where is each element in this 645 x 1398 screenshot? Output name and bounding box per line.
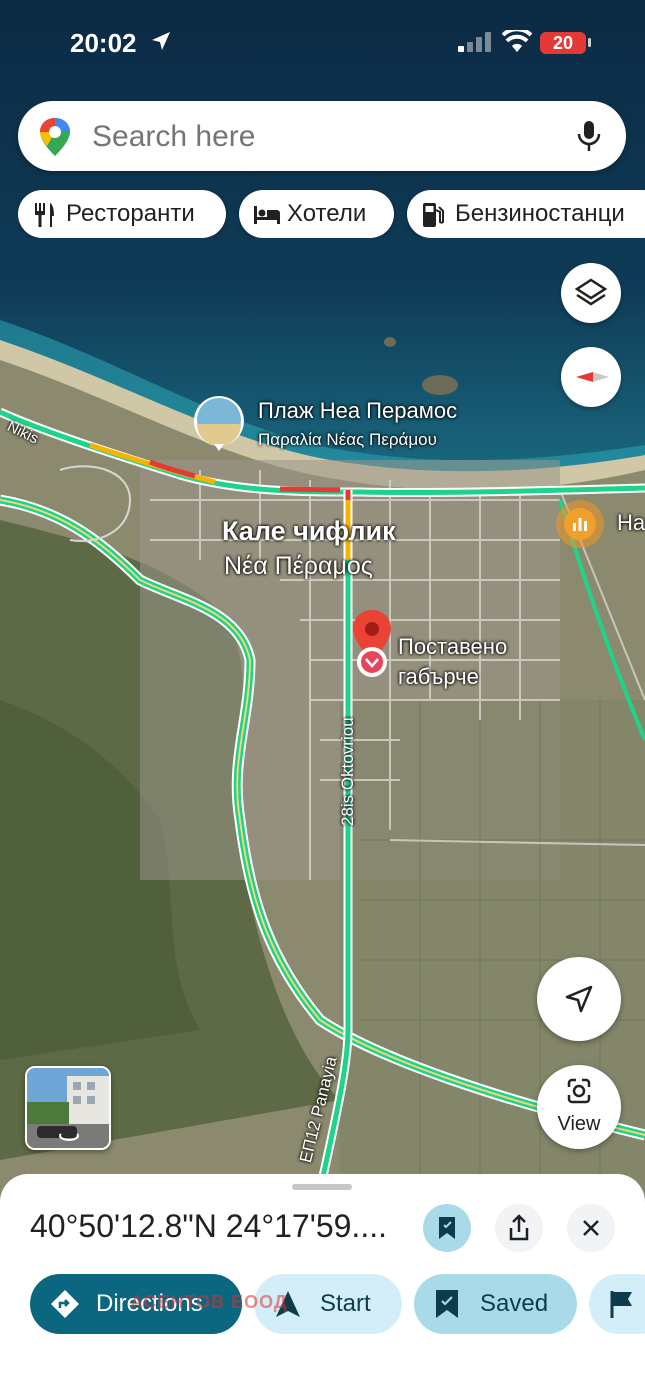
town-name-label[interactable]: Кале чифлик <box>222 516 396 547</box>
red-pin-icon <box>353 610 391 677</box>
start-label: Start <box>320 1290 371 1317</box>
more-action-button[interactable] <box>589 1274 645 1334</box>
chip-gas-stations[interactable]: Бензиностанци <box>407 190 645 238</box>
share-icon <box>509 1214 529 1241</box>
restaurant-icon <box>35 203 54 227</box>
watermark-text: АСЕНТОВ ЕООД <box>130 1292 288 1312</box>
place-bottom-sheet[interactable]: 40°50'12.8"N 24°17'59.... Directions Sta… <box>0 1174 645 1398</box>
dropped-pin[interactable] <box>350 608 394 684</box>
saved-label: Saved <box>480 1290 549 1317</box>
view-lens-button[interactable]: View <box>537 1065 621 1149</box>
category-chips: Ресторанти Хотели Бензиностанци <box>18 190 645 238</box>
compass-icon <box>576 372 609 382</box>
flag-icon <box>610 1291 632 1318</box>
close-button[interactable] <box>567 1204 615 1252</box>
view-label: View <box>557 1113 601 1135</box>
close-icon <box>583 1220 599 1236</box>
coordinates-title: 40°50'12.8"N 24°17'59.... <box>30 1208 387 1244</box>
layers-icon <box>574 278 608 306</box>
status-time: 20:02 <box>70 28 137 58</box>
status-bar: 20:02 20 <box>0 0 645 90</box>
camera-lens-icon <box>567 1078 591 1104</box>
pin-label-line1: Поставено <box>398 634 508 659</box>
cellular-signal-icon <box>458 32 491 52</box>
location-arrow-icon <box>152 32 170 50</box>
share-button[interactable] <box>495 1204 543 1252</box>
search-bar[interactable] <box>18 101 626 171</box>
saved-button[interactable]: Saved <box>414 1274 577 1334</box>
directions-icon <box>51 1290 79 1318</box>
chip-restaurants[interactable]: Ресторанти <box>18 190 226 238</box>
poi-bar-chart-icon <box>564 508 596 540</box>
google-maps-pin-icon <box>40 118 70 156</box>
map-layers-button[interactable] <box>561 263 621 323</box>
beach-marker[interactable] <box>192 394 246 452</box>
wifi-icon <box>502 30 532 52</box>
sheet-drag-handle[interactable] <box>292 1184 352 1190</box>
battery-cap <box>588 38 591 47</box>
microphone-icon[interactable] <box>576 119 602 153</box>
battery-level: 20 <box>540 32 586 54</box>
bookmark-filled-icon <box>439 1217 455 1239</box>
poi-label-partial: На <box>617 510 645 535</box>
my-location-button[interactable] <box>537 957 621 1041</box>
hotel-icon <box>254 206 280 224</box>
beach-name-local-label: Παραλία Νέας Περάμου <box>258 430 437 449</box>
chip-label: Хотели <box>287 200 367 227</box>
saved-toggle-button[interactable] <box>423 1204 471 1252</box>
poi-marker[interactable] <box>556 500 604 548</box>
navigation-arrow-outline-icon <box>565 985 593 1013</box>
bookmark-icon <box>436 1290 458 1318</box>
street-view-thumbnail[interactable] <box>25 1066 111 1150</box>
chip-label: Бензиностанци <box>455 200 625 227</box>
chip-label: Ресторанти <box>66 200 195 227</box>
pin-label-line2: габърче <box>398 664 479 689</box>
beach-photo-icon <box>193 396 244 451</box>
town-name-local-label: Νέα Πέραμος <box>224 552 373 580</box>
gas-station-icon <box>423 203 444 227</box>
search-input[interactable] <box>90 115 554 159</box>
action-buttons-row: Directions Start Saved <box>0 1274 645 1336</box>
chip-hotels[interactable]: Хотели <box>239 190 394 238</box>
road-label-oktovriou: 28is Oktovriou <box>338 717 357 826</box>
street-view-photo <box>27 1068 109 1148</box>
compass-button[interactable] <box>561 347 621 407</box>
beach-name-label[interactable]: Плаж Неа Перамос <box>258 398 457 424</box>
